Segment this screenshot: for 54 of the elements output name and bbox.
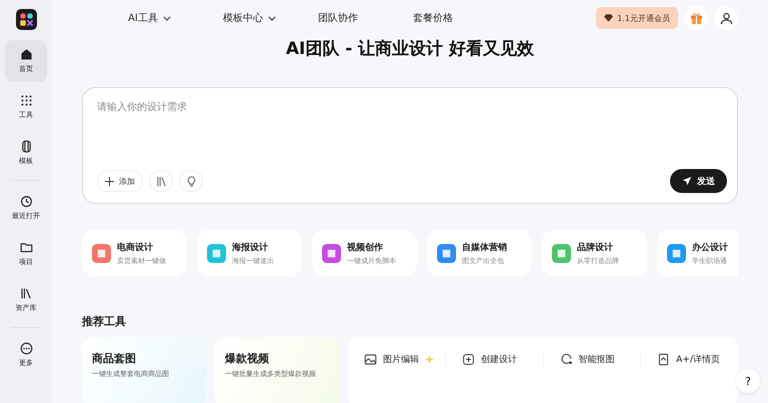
folder-icon bbox=[20, 241, 32, 254]
gift-button[interactable] bbox=[684, 6, 708, 30]
idea-button[interactable] bbox=[179, 170, 203, 192]
gift-icon bbox=[690, 12, 702, 24]
category-title: 视频创作 bbox=[347, 241, 384, 254]
section-heading: 推荐工具 bbox=[82, 314, 127, 329]
prompt-box[interactable]: 请输入你的设计需求 添加 发送 bbox=[82, 87, 738, 204]
help-button[interactable]: ? bbox=[736, 369, 760, 393]
more-icon bbox=[20, 342, 32, 355]
tool-label: 图片编辑 bbox=[383, 354, 419, 366]
category-title: 办公设计 bbox=[692, 241, 728, 254]
clock-icon bbox=[20, 195, 32, 208]
grid-icon bbox=[20, 94, 32, 107]
tool-label: 创建设计 bbox=[480, 354, 517, 366]
page-title: AI团队 - 让商业设计 好看又见效 bbox=[284, 38, 536, 60]
document-icon bbox=[657, 353, 670, 366]
sparkle-icon bbox=[425, 355, 434, 364]
lightbulb-icon bbox=[186, 176, 196, 186]
tool-card-title: 商品套图 bbox=[92, 351, 137, 366]
category-title: 品牌设计 bbox=[577, 241, 614, 254]
chevron-down-icon bbox=[268, 16, 276, 20]
add-button[interactable]: 添加 bbox=[97, 170, 143, 192]
prompt-field[interactable]: 请输入你的设计需求 bbox=[97, 100, 727, 169]
tool-item[interactable]: 图片编辑 bbox=[348, 353, 445, 366]
logo-icon[interactable] bbox=[16, 9, 36, 30]
category-title: 自媒体营销 bbox=[462, 241, 507, 254]
plus-square-icon bbox=[462, 353, 475, 366]
template-icon bbox=[20, 140, 32, 153]
tool-label: A+/详情页 bbox=[676, 354, 720, 366]
user-button[interactable] bbox=[714, 6, 738, 30]
chevron-down-icon bbox=[162, 16, 171, 20]
library-icon bbox=[156, 176, 166, 186]
send-button[interactable]: 发送 bbox=[670, 169, 727, 193]
tool-item[interactable]: 创建设计 bbox=[444, 353, 542, 366]
library-button[interactable] bbox=[149, 170, 173, 192]
nav-link[interactable]: 模板中心 bbox=[223, 11, 318, 25]
image-icon bbox=[364, 353, 377, 366]
nav-link[interactable]: 团队协作 bbox=[318, 11, 413, 25]
home-icon bbox=[20, 48, 32, 61]
nav-link[interactable]: AI工具 bbox=[128, 11, 223, 25]
tool-card-title: 爆款视频 bbox=[225, 351, 270, 366]
vip-button[interactable]: 1.1元开通会员 bbox=[596, 7, 678, 29]
tool-item[interactable]: A+/详情页 bbox=[640, 353, 738, 366]
category-title: 电商设计 bbox=[117, 241, 154, 254]
cutout-icon bbox=[560, 353, 572, 366]
user-icon bbox=[720, 12, 732, 24]
tool-label: 智能抠图 bbox=[578, 354, 614, 366]
send-icon bbox=[682, 176, 692, 186]
category-title: 海报设计 bbox=[232, 241, 269, 254]
library-icon bbox=[20, 287, 32, 300]
tool-item[interactable]: 智能抠图 bbox=[542, 353, 640, 366]
plus-icon bbox=[105, 176, 114, 186]
diamond-icon bbox=[604, 14, 614, 22]
nav-link[interactable]: 套餐价格 bbox=[413, 11, 508, 25]
